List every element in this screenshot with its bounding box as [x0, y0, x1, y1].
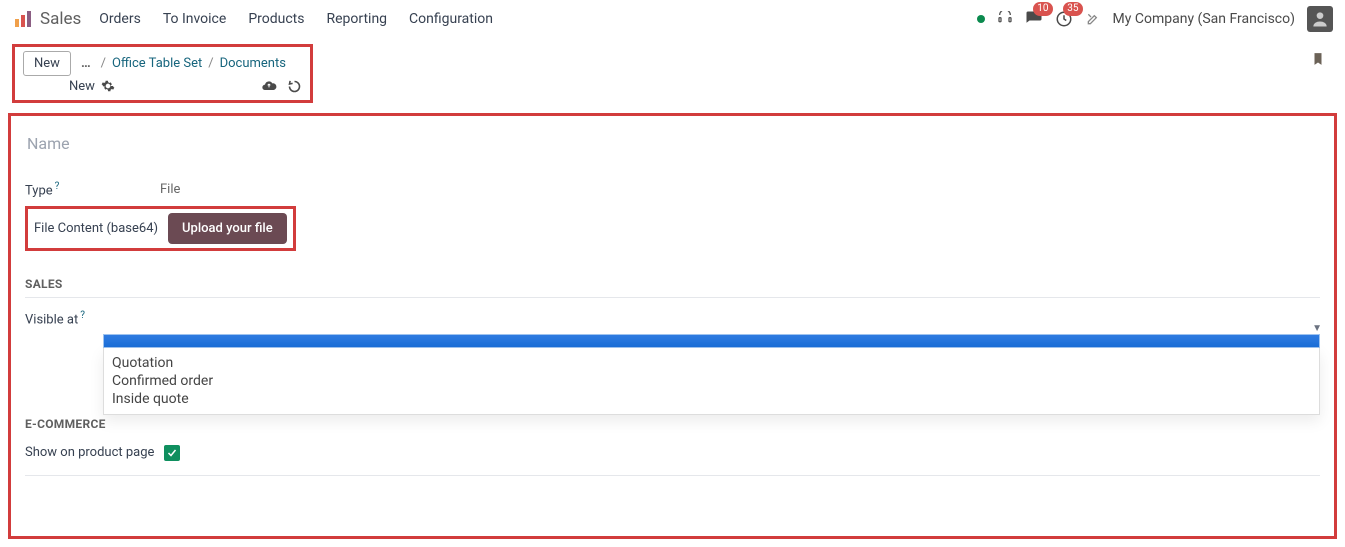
cloud-upload-icon[interactable] [261, 78, 277, 94]
dropdown-selected[interactable] [103, 334, 1320, 348]
nav-products[interactable]: Products [248, 11, 304, 27]
breadcrumb-current[interactable]: Documents [220, 56, 286, 71]
bookmark-icon[interactable] [1311, 44, 1333, 72]
dropdown-option[interactable]: Quotation [108, 354, 1315, 372]
gear-icon[interactable] [101, 79, 115, 93]
file-content-row: File Content (base64) Upload your file [25, 206, 296, 251]
visible-at-dropdown[interactable]: ▼ Quotation Confirmed order Inside quote [103, 334, 1320, 415]
company-selector[interactable]: My Company (San Francisco) [1113, 11, 1295, 27]
messages-button[interactable]: 10 [1025, 10, 1043, 28]
file-content-label: File Content (base64) [34, 221, 168, 236]
breadcrumb-parent[interactable]: Office Table Set [112, 56, 202, 71]
nav-orders[interactable]: Orders [99, 11, 141, 27]
new-button[interactable]: New [23, 51, 71, 76]
nav-to-invoice[interactable]: To Invoice [163, 11, 227, 27]
activities-badge: 35 [1063, 2, 1082, 16]
nav-reporting[interactable]: Reporting [326, 11, 387, 27]
show-on-product-checkbox[interactable] [164, 445, 180, 461]
nav-configuration[interactable]: Configuration [409, 11, 493, 27]
breadcrumb-ellipsis[interactable]: … [77, 56, 95, 71]
presence-dot-icon [977, 15, 985, 23]
ecommerce-section-title: E-COMMERCE [25, 417, 1320, 431]
type-label: Type? [25, 181, 160, 198]
help-icon[interactable]: ? [55, 181, 60, 192]
dropdown-panel: Quotation Confirmed order Inside quote [103, 348, 1320, 415]
dropdown-option[interactable]: Inside quote [108, 390, 1315, 408]
nav-items: Orders To Invoice Products Reporting Con… [99, 11, 493, 27]
breadcrumb-block: New … / Office Table Set / Documents New [12, 44, 313, 103]
app-logo-icon [12, 8, 34, 30]
help-icon[interactable]: ? [80, 310, 85, 321]
visible-at-label: Visible at? [25, 310, 103, 327]
breadcrumb-sub: New [69, 79, 95, 94]
activities-button[interactable]: 35 [1055, 10, 1073, 28]
phone-icon[interactable] [997, 11, 1013, 27]
type-value[interactable]: File [160, 182, 180, 197]
tools-icon[interactable] [1085, 11, 1101, 27]
breadcrumb-sep: / [208, 56, 213, 71]
user-avatar[interactable] [1307, 6, 1333, 32]
sales-section-title: SALES [25, 277, 1320, 298]
show-on-product-label: Show on product page [25, 445, 154, 460]
sales-section: SALES Visible at? ▼ Quotation Confirmed … [25, 277, 1320, 414]
chevron-down-icon[interactable]: ▼ [1312, 323, 1322, 334]
discard-icon[interactable] [287, 78, 302, 94]
app-title[interactable]: Sales [40, 9, 81, 29]
type-row: Type? File [25, 175, 1320, 204]
topnav-right: 10 35 My Company (San Francisco) [977, 6, 1333, 32]
control-row: New … / Office Table Set / Documents New [0, 38, 1345, 107]
upload-file-button[interactable]: Upload your file [168, 213, 287, 244]
form-sheet: Type? File File Content (base64) Upload … [8, 113, 1337, 539]
messages-badge: 10 [1033, 2, 1052, 16]
top-nav: Sales Orders To Invoice Products Reporti… [0, 0, 1345, 38]
name-input[interactable] [25, 128, 1320, 175]
dropdown-option[interactable]: Confirmed order [108, 372, 1315, 390]
show-on-product-row: Show on product page [25, 445, 1320, 461]
breadcrumb-sep: / [101, 56, 106, 71]
divider [25, 475, 1320, 476]
